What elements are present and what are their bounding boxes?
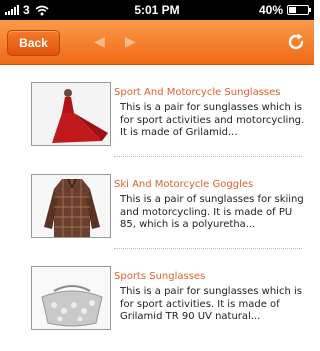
list-item[interactable]: Sports Sunglasses This is a pair for sun… bbox=[0, 249, 314, 341]
status-bar: 3 5:01 PM 40% bbox=[0, 0, 314, 20]
back-button[interactable]: Back bbox=[7, 30, 60, 56]
product-title[interactable]: Sports Sunglasses bbox=[114, 271, 205, 282]
product-description: This is a pair of sunglasses for skiing … bbox=[120, 194, 304, 230]
product-description: This is a pair for sunglasses which is f… bbox=[120, 102, 305, 138]
product-title[interactable]: Ski And Motorcycle Goggles bbox=[114, 179, 253, 190]
product-thumbnail-red-dress bbox=[31, 82, 111, 146]
list-item[interactable]: Sport And Motorcycle Sunglasses This is … bbox=[0, 65, 314, 157]
product-thumbnail-silver-purse bbox=[31, 266, 111, 330]
product-thumbnail-plaid-coat bbox=[31, 174, 111, 238]
product-description: This is a pair for sunglasses which is f… bbox=[120, 286, 302, 322]
battery-group: 40% bbox=[258, 3, 311, 17]
product-title[interactable]: Sport And Motorcycle Sunglasses bbox=[114, 87, 281, 98]
chevron-right-icon[interactable]: ▶ bbox=[125, 34, 136, 50]
refresh-icon[interactable] bbox=[286, 32, 306, 52]
navigation-bar: Back ◀ ▶ bbox=[0, 20, 314, 65]
list-item[interactable]: Ski And Motorcycle Goggles This is a pai… bbox=[0, 157, 314, 249]
chevron-left-icon[interactable]: ◀ bbox=[94, 34, 105, 50]
battery-percent: 40% bbox=[258, 3, 283, 17]
battery-icon bbox=[287, 5, 311, 15]
